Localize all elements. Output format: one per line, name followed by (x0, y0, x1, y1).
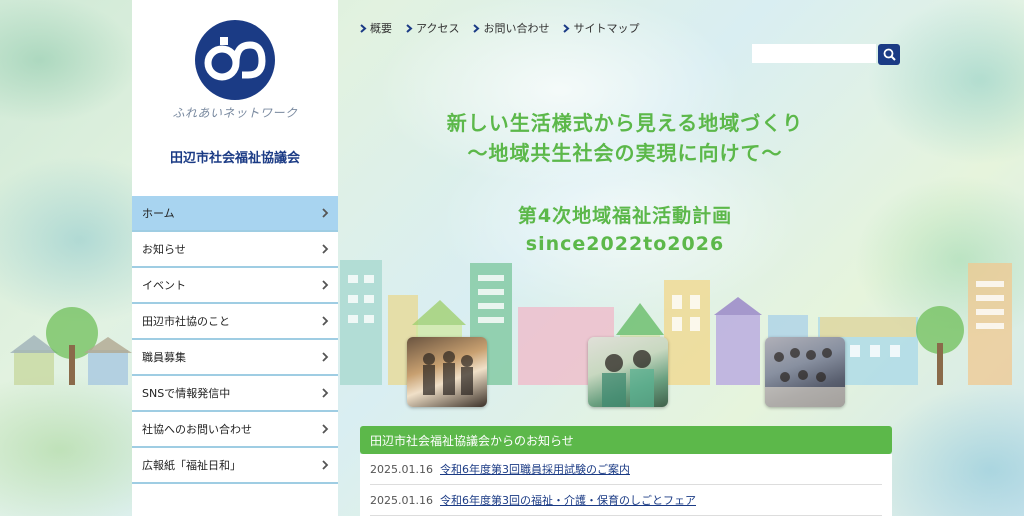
menu-item-newsletter[interactable]: 広報紙「福祉日和」 (132, 448, 338, 484)
chevron-right-icon (473, 23, 480, 33)
search-input[interactable] (752, 44, 876, 63)
menu-item-label: 社協へのお問い合わせ (142, 423, 252, 436)
nav-link-overview[interactable]: 概要 (360, 20, 392, 36)
search-button[interactable] (878, 44, 900, 65)
hero-banner: 新しい生活様式から見える地域づくり 〜地域共生社会の実現に向けて〜 第4次地域福… (360, 108, 890, 258)
logo[interactable]: ふれあいネットワーク (132, 20, 338, 121)
menu-item-contact[interactable]: 社協へのお問い合わせ (132, 412, 338, 448)
news-title-link[interactable]: 令和6年度第3回職員採用試験のご案内 (440, 461, 630, 477)
menu-item-recruit[interactable]: 職員募集 (132, 340, 338, 376)
menu-item-events[interactable]: イベント (132, 268, 338, 304)
menu-item-label: 広報紙「福祉日和」 (142, 459, 241, 472)
chevron-right-icon (322, 244, 329, 254)
menu-item-sns[interactable]: SNSで情報発信中 (132, 376, 338, 412)
nav-link-label: サイトマップ (573, 22, 640, 35)
menu-item-label: 職員募集 (142, 351, 186, 364)
news-item: 2025.01.16 令和6年度第3回の福祉・介護・保育のしごとフェア (370, 485, 882, 516)
news-list: 2025.01.16 令和6年度第3回職員採用試験のご案内 2025.01.16… (360, 454, 892, 516)
chevron-right-icon (322, 424, 329, 434)
chevron-right-icon (360, 23, 367, 33)
news-date: 2025.01.16 (370, 462, 433, 476)
nav-link-label: お問い合わせ (483, 22, 550, 35)
hero-plan-period: since2022to2026 (525, 233, 725, 255)
menu-item-home[interactable]: ホーム (132, 196, 338, 232)
hero-photo-1 (407, 337, 487, 407)
chevron-right-icon (563, 23, 570, 33)
logo-emblem-icon (195, 20, 275, 100)
nav-link-contact[interactable]: お問い合わせ (473, 20, 549, 36)
chevron-right-icon (322, 388, 329, 398)
search-box (752, 44, 900, 65)
logo-subtitle: ふれあいネットワーク (172, 106, 298, 120)
org-name: 田辺市社会福祉協議会 (169, 151, 300, 166)
hero-plan-title: 第4次地域福祉活動計画 (517, 205, 733, 227)
news-date: 2025.01.16 (370, 493, 433, 507)
hero-photo-3 (765, 337, 845, 407)
menu-item-label: ホーム (142, 207, 175, 220)
menu-item-label: 田辺市社協のこと (142, 315, 230, 328)
menu-item-label: SNSで情報発信中 (142, 387, 231, 400)
nav-link-sitemap[interactable]: サイトマップ (563, 20, 639, 36)
sidebar: ふれあいネットワーク 田辺市社会福祉協議会 ホーム お知らせ イベント 田辺市社… (132, 0, 338, 516)
side-menu: ホーム お知らせ イベント 田辺市社協のこと 職員募集 SNSで情報発信中 社協… (132, 196, 338, 484)
news-title-link[interactable]: 令和6年度第3回の福祉・介護・保育のしごとフェア (440, 492, 696, 508)
menu-item-news[interactable]: お知らせ (132, 232, 338, 268)
chevron-right-icon (406, 23, 413, 33)
nav-link-label: 概要 (370, 22, 392, 35)
chevron-right-icon (322, 280, 329, 290)
nav-link-label: アクセス (416, 22, 460, 35)
top-nav: 概要 アクセス お問い合わせ サイトマップ (360, 20, 639, 36)
menu-item-label: お知らせ (142, 243, 186, 256)
news-heading: 田辺市社会福祉協議会からのお知らせ (360, 426, 892, 454)
search-icon (883, 48, 896, 61)
chevron-right-icon (322, 352, 329, 362)
hero-subheadline: 〜地域共生社会の実現に向けて〜 (467, 141, 783, 165)
nav-link-access[interactable]: アクセス (406, 20, 459, 36)
menu-item-about[interactable]: 田辺市社協のこと (132, 304, 338, 340)
menu-item-label: イベント (142, 279, 186, 292)
chevron-right-icon (322, 208, 329, 218)
chevron-right-icon (322, 316, 329, 326)
news-item: 2025.01.16 令和6年度第3回職員採用試験のご案内 (370, 454, 882, 485)
hero-headline: 新しい生活様式から見える地域づくり (446, 111, 804, 135)
hero-photo-2 (588, 337, 668, 407)
chevron-right-icon (322, 460, 329, 470)
